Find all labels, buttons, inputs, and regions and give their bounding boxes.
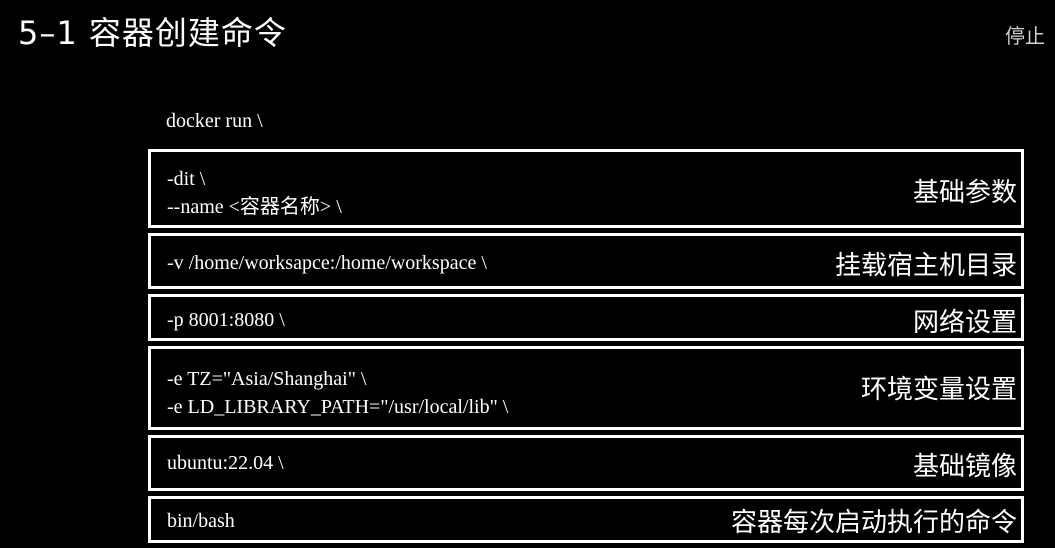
page-title: 5–1 容器创建命令 (18, 14, 287, 52)
code-block-env-vars: -e TZ="Asia/Shanghai" \ -e LD_LIBRARY_PA… (167, 365, 508, 421)
code-block-network: -p 8001:8080 \ (167, 306, 285, 334)
code-line: --name <容器名称> \ (167, 196, 342, 218)
section-network: -p 8001:8080 \ 网络设置 (148, 294, 1024, 341)
section-mount-volume: -v /home/worksapce:/home/workspace \ 挂载宿… (148, 233, 1024, 289)
section-base-image: ubuntu:22.04 \ 基础镜像 (148, 435, 1024, 491)
section-label-env-vars: 环境变量设置 (860, 375, 1017, 405)
section-env-vars: -e TZ="Asia/Shanghai" \ -e LD_LIBRARY_PA… (148, 346, 1024, 430)
code-line: -e LD_LIBRARY_PATH="/usr/local/lib" \ (167, 396, 509, 418)
section-label-base-image: 基础镜像 (912, 452, 1017, 482)
code-block-basic-params: -dit \ --name <容器名称> \ (167, 165, 342, 221)
code-line: bin/bash (167, 510, 235, 532)
section-basic-params: -dit \ --name <容器名称> \ 基础参数 (148, 149, 1024, 228)
section-label-startup-command: 容器每次启动执行的命令 (730, 508, 1017, 538)
code-block-base-image: ubuntu:22.04 \ (167, 449, 284, 477)
section-label-network: 网络设置 (912, 308, 1017, 338)
code-block-startup-command: bin/bash (167, 507, 235, 535)
stop-button[interactable]: 停止 (1005, 20, 1045, 49)
docker-run-line: docker run \ (166, 110, 263, 132)
section-label-mount-volume: 挂载宿主机目录 (834, 251, 1017, 281)
code-line: ubuntu:22.04 \ (167, 452, 284, 474)
code-line: -dit \ (167, 168, 206, 190)
code-line: -p 8001:8080 \ (167, 309, 285, 331)
section-label-basic-params: 基础参数 (912, 178, 1017, 208)
section-startup-command: bin/bash 容器每次启动执行的命令 (148, 496, 1024, 543)
code-line: -v /home/worksapce:/home/workspace \ (167, 252, 487, 274)
code-block-mount-volume: -v /home/worksapce:/home/workspace \ (167, 249, 487, 277)
code-line: -e TZ="Asia/Shanghai" \ (167, 368, 367, 390)
